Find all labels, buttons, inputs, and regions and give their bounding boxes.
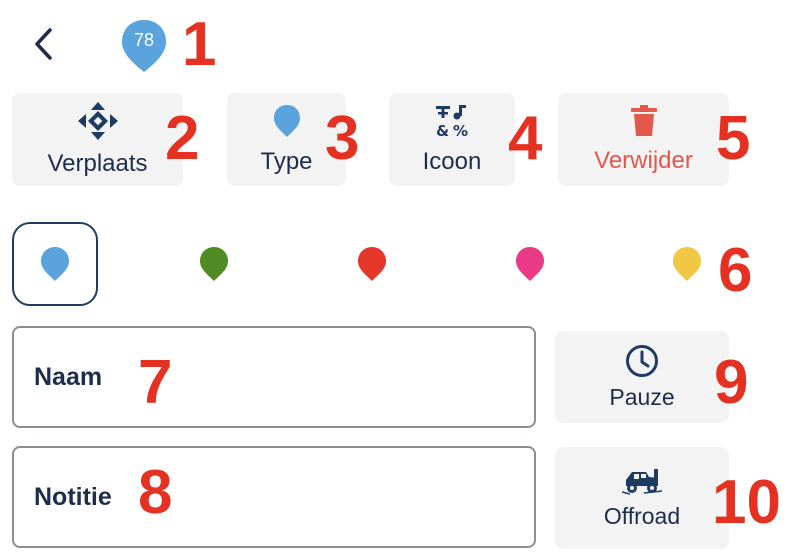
callout-9: 9 <box>714 348 749 417</box>
pin-icon <box>358 247 386 281</box>
pin-icon <box>41 247 69 281</box>
callout-1: 1 <box>182 10 217 79</box>
svg-text:&: & <box>436 122 449 138</box>
note-placeholder: Notitie <box>34 482 112 511</box>
offroad-button[interactable]: Offroad <box>555 447 729 549</box>
callout-2: 2 <box>165 104 200 173</box>
callout-8: 8 <box>138 458 173 527</box>
move-button[interactable]: Verplaats <box>12 93 183 186</box>
pin-icon <box>273 104 300 137</box>
move-label: Verplaats <box>47 149 148 177</box>
color-option-pink[interactable] <box>487 222 573 306</box>
callout-3: 3 <box>325 104 360 173</box>
callout-7: 7 <box>138 348 173 417</box>
pin-icon <box>673 247 701 281</box>
pin-icon <box>516 247 544 281</box>
pin-number: 78 <box>133 30 155 50</box>
callout-5: 5 <box>716 104 751 173</box>
icon-label: Icoon <box>422 147 482 175</box>
name-placeholder: Naam <box>34 362 103 391</box>
move-arrows-icon <box>77 101 118 140</box>
symbols-icon: & % <box>436 104 468 138</box>
pin-icon <box>200 247 228 281</box>
pin-number-badge: 78 <box>120 18 168 74</box>
chevron-left-icon <box>35 28 52 60</box>
type-label: Type <box>260 147 313 175</box>
callout-6: 6 <box>718 236 753 305</box>
delete-label: Verwijder <box>594 146 693 174</box>
trash-icon <box>630 104 657 136</box>
callout-4: 4 <box>508 104 543 173</box>
offroad-vehicle-icon <box>622 468 662 495</box>
callout-10: 10 <box>712 468 781 537</box>
pause-button[interactable]: Pauze <box>555 331 729 423</box>
pause-label: Pauze <box>609 383 675 410</box>
icon-button[interactable]: & % Icoon <box>389 93 515 186</box>
color-option-red[interactable] <box>329 222 415 306</box>
note-field[interactable]: Notitie <box>12 446 536 548</box>
name-field[interactable]: Naam <box>12 326 536 428</box>
offroad-label: Offroad <box>603 502 681 529</box>
svg-text:%: % <box>453 122 468 138</box>
color-option-green[interactable] <box>171 222 257 306</box>
back-button[interactable] <box>22 22 66 66</box>
clock-icon <box>626 344 658 377</box>
delete-button[interactable]: Verwijder <box>558 93 729 186</box>
color-option-blue[interactable] <box>12 222 98 306</box>
